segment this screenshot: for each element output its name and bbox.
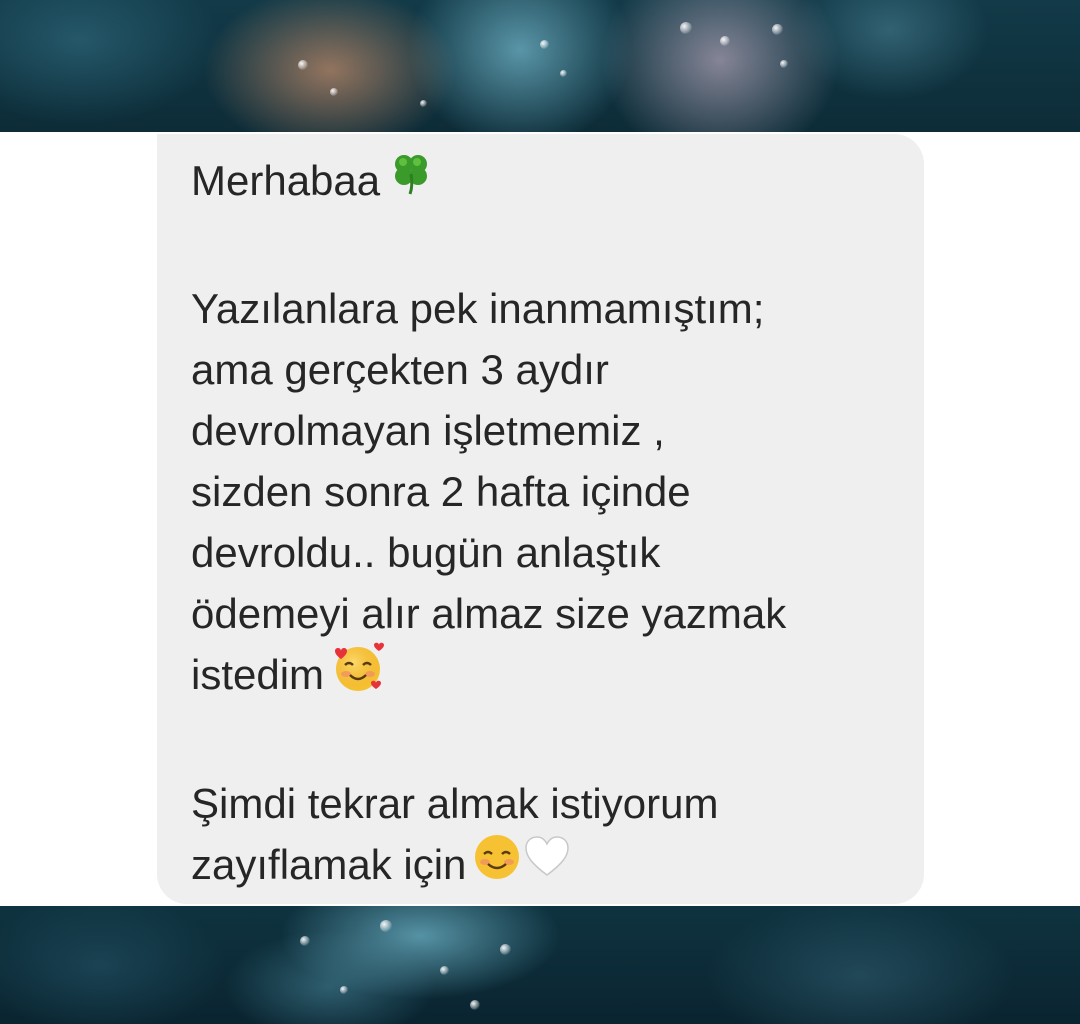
message-line-7-row: istedim (191, 641, 901, 712)
message-line-1: Yazılanlara pek inanmamıştım; (191, 284, 765, 332)
background-photo-top (0, 0, 1080, 132)
message-line-3: devrolmayan işletmemiz , (191, 406, 665, 454)
message-greeting-line: Merhabaa (191, 150, 901, 217)
message-line-7: istedim (191, 651, 325, 698)
message-line-9-row: zayıflamak için (191, 834, 901, 901)
message-line-5: devroldu.. bugün anlaştık (191, 528, 661, 576)
message-line-2: ama gerçekten 3 aydır (191, 345, 609, 393)
message-text: Merhabaa Yazılanlara pek inanmamıştım; a… (191, 150, 901, 901)
smiling-face-icon (472, 832, 522, 898)
message-line-9: zayıflamak için (191, 840, 467, 888)
message-greeting: Merhabaa (191, 157, 381, 204)
message-line-4: sizden sonra 2 hafta içinde (191, 467, 691, 515)
four-leaf-clover-icon (386, 148, 436, 214)
message-line-6: ödemeyi alır almaz size yazmak (191, 589, 787, 637)
white-heart-icon (522, 832, 572, 898)
message-line-8: Şimdi tekrar almak istiyorum (191, 779, 719, 827)
smiling-face-with-hearts-icon (330, 641, 386, 709)
background-photo-bottom (0, 906, 1080, 1024)
